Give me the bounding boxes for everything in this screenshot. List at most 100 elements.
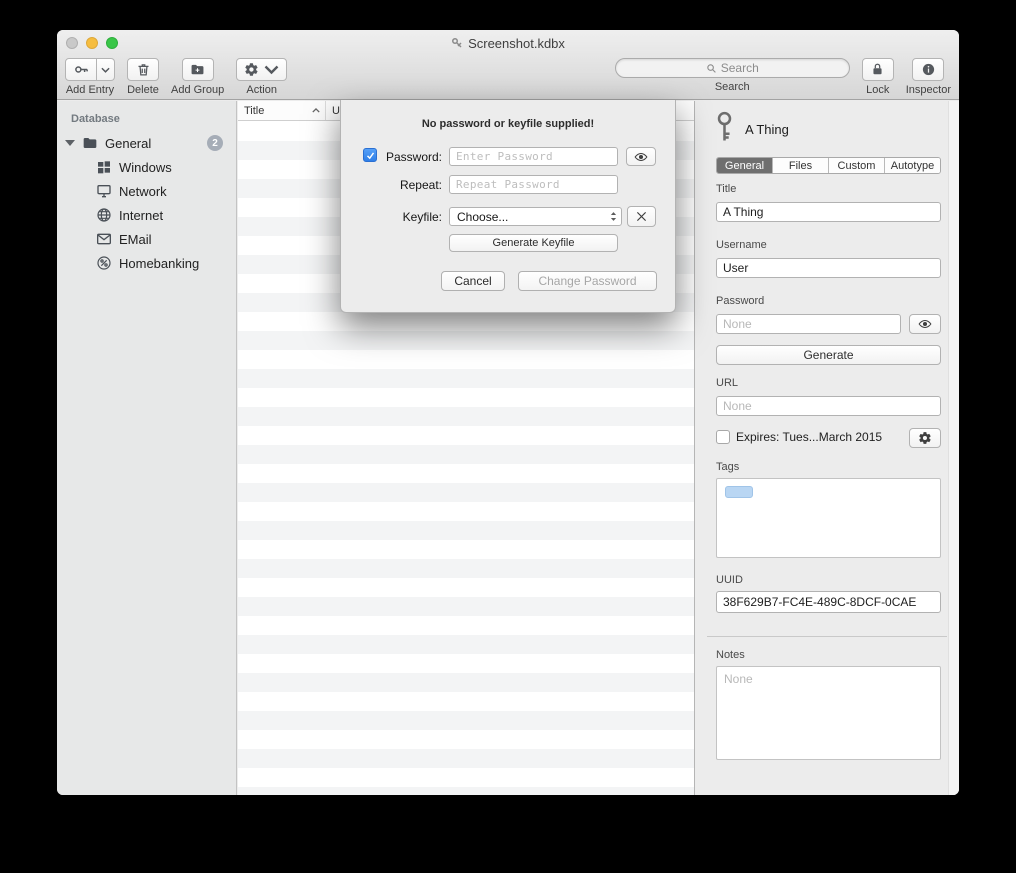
dialog-repeat-input[interactable] — [449, 175, 618, 194]
uuid-field[interactable]: 38F629B7-FC4E-489C-8DCF-0CAE — [716, 591, 941, 613]
window-title-text: Screenshot.kdbx — [468, 36, 565, 51]
sidebar-item-general[interactable]: General 2 — [57, 131, 236, 155]
add-entry-dropdown-button[interactable] — [97, 58, 115, 81]
username-field[interactable] — [716, 258, 941, 278]
disclosure-triangle-icon[interactable] — [65, 140, 75, 146]
folder-icon — [82, 135, 98, 151]
delete-label: Delete — [127, 84, 159, 96]
screen: Screenshot.kdbx Add Entr — [0, 0, 1016, 873]
inspector-button[interactable] — [912, 58, 944, 81]
globe-icon — [96, 207, 112, 223]
eye-icon — [634, 150, 648, 164]
lock-icon — [870, 62, 885, 77]
notes-box[interactable]: None — [716, 666, 941, 760]
expires-checkbox[interactable] — [716, 430, 730, 444]
inspector-scrollbar[interactable] — [948, 101, 959, 795]
column-header-title[interactable]: Title — [238, 101, 326, 120]
title-field[interactable] — [716, 202, 941, 222]
dialog-keyfile-label: Keyfile: — [371, 210, 442, 224]
add-group-item: Add Group — [171, 58, 224, 96]
search-icon — [706, 63, 717, 74]
dialog-show-password-button[interactable] — [626, 147, 656, 166]
uuid-label: UUID — [716, 574, 743, 586]
eye-icon — [918, 317, 932, 331]
sidebar-section-header: Database — [57, 101, 236, 125]
cancel-button[interactable]: Cancel — [441, 271, 505, 291]
delete-button[interactable] — [127, 58, 159, 81]
change-password-button[interactable]: Change Password — [518, 271, 657, 291]
display-icon — [96, 183, 112, 199]
add-group-button[interactable] — [182, 58, 214, 81]
change-password-sheet: No password or keyfile supplied! Passwor… — [340, 100, 676, 313]
sidebar-item-windows[interactable]: Windows — [57, 155, 236, 179]
toolbar-left-group: Add Entry Delete — [65, 58, 287, 96]
notes-placeholder: None — [717, 667, 940, 691]
lock-label: Lock — [866, 84, 889, 96]
action-item: Action — [236, 58, 287, 96]
document-key-icon — [451, 37, 463, 49]
password-field-label: Password — [716, 295, 764, 307]
divider — [707, 636, 947, 637]
tab-custom[interactable]: Custom — [828, 158, 884, 173]
sidebar-item-label: General — [105, 136, 151, 151]
folder-plus-icon — [190, 62, 205, 77]
inspector-tabs: General Files Custom Autotype — [716, 157, 941, 174]
notes-label: Notes — [716, 649, 745, 661]
window-title: Screenshot.kdbx — [57, 30, 959, 56]
tab-general[interactable]: General — [717, 158, 772, 173]
sidebar-item-label: EMail — [119, 232, 152, 247]
dialog-password-input[interactable] — [449, 147, 618, 166]
expires-label: Expires: Tues...March 2015 — [736, 430, 882, 444]
chevron-down-icon — [101, 67, 110, 73]
app-window: Screenshot.kdbx Add Entr — [57, 30, 959, 795]
lock-item: Lock — [862, 58, 894, 96]
tab-autotype[interactable]: Autotype — [884, 158, 940, 173]
entry-count-badge: 2 — [207, 135, 223, 151]
column-title-label: Title — [244, 105, 264, 117]
chevron-down-icon — [264, 62, 279, 77]
toolbar-right-group: Search Search Lock — [615, 58, 951, 96]
username-field-label: Username — [716, 239, 767, 251]
tags-box[interactable] — [716, 478, 941, 558]
column-header-username[interactable]: U — [326, 101, 340, 120]
sidebar-item-label: Windows — [119, 160, 172, 175]
show-password-button[interactable] — [909, 314, 941, 334]
keyfile-popup[interactable]: Choose... — [449, 207, 622, 226]
dialog-password-label: Password: — [371, 150, 442, 164]
url-field-label: URL — [716, 377, 738, 389]
clear-keyfile-button[interactable] — [627, 206, 656, 227]
generate-keyfile-button[interactable]: Generate Keyfile — [449, 234, 618, 252]
trash-icon — [136, 62, 151, 77]
tag-chip[interactable] — [725, 486, 753, 498]
inspector-label: Inspector — [906, 84, 951, 96]
titlebar: Screenshot.kdbx — [57, 30, 959, 56]
sidebar-item-label: Network — [119, 184, 167, 199]
stepper-arrows-icon — [606, 208, 621, 225]
search-input[interactable]: Search — [615, 58, 850, 78]
add-entry-label: Add Entry — [66, 84, 114, 96]
sidebar-item-homebanking[interactable]: Homebanking — [57, 251, 236, 275]
inspector-panel: A Thing General Files Custom Autotype Ti… — [694, 101, 959, 795]
expires-settings-button[interactable] — [909, 428, 941, 448]
window-chrome: Screenshot.kdbx Add Entr — [57, 30, 959, 100]
password-field[interactable] — [716, 314, 901, 334]
add-entry-item: Add Entry — [65, 58, 115, 96]
sidebar-item-label: Homebanking — [119, 256, 199, 271]
envelope-icon — [96, 231, 112, 247]
title-field-label: Title — [716, 183, 736, 195]
sidebar-item-network[interactable]: Network — [57, 179, 236, 203]
generate-password-button[interactable]: Generate — [716, 345, 941, 365]
lock-button[interactable] — [862, 58, 894, 81]
sidebar-item-email[interactable]: EMail — [57, 227, 236, 251]
dialog-repeat-label: Repeat: — [371, 178, 442, 192]
key-plus-icon — [74, 62, 89, 77]
sidebar-item-internet[interactable]: Internet — [57, 203, 236, 227]
url-field[interactable] — [716, 396, 941, 416]
gear-icon — [918, 431, 932, 445]
windows-icon — [96, 159, 112, 175]
tab-files[interactable]: Files — [772, 158, 828, 173]
action-button[interactable] — [236, 58, 287, 81]
add-entry-button[interactable] — [65, 58, 97, 81]
search-label: Search — [715, 81, 750, 93]
sort-ascending-icon — [312, 108, 320, 113]
